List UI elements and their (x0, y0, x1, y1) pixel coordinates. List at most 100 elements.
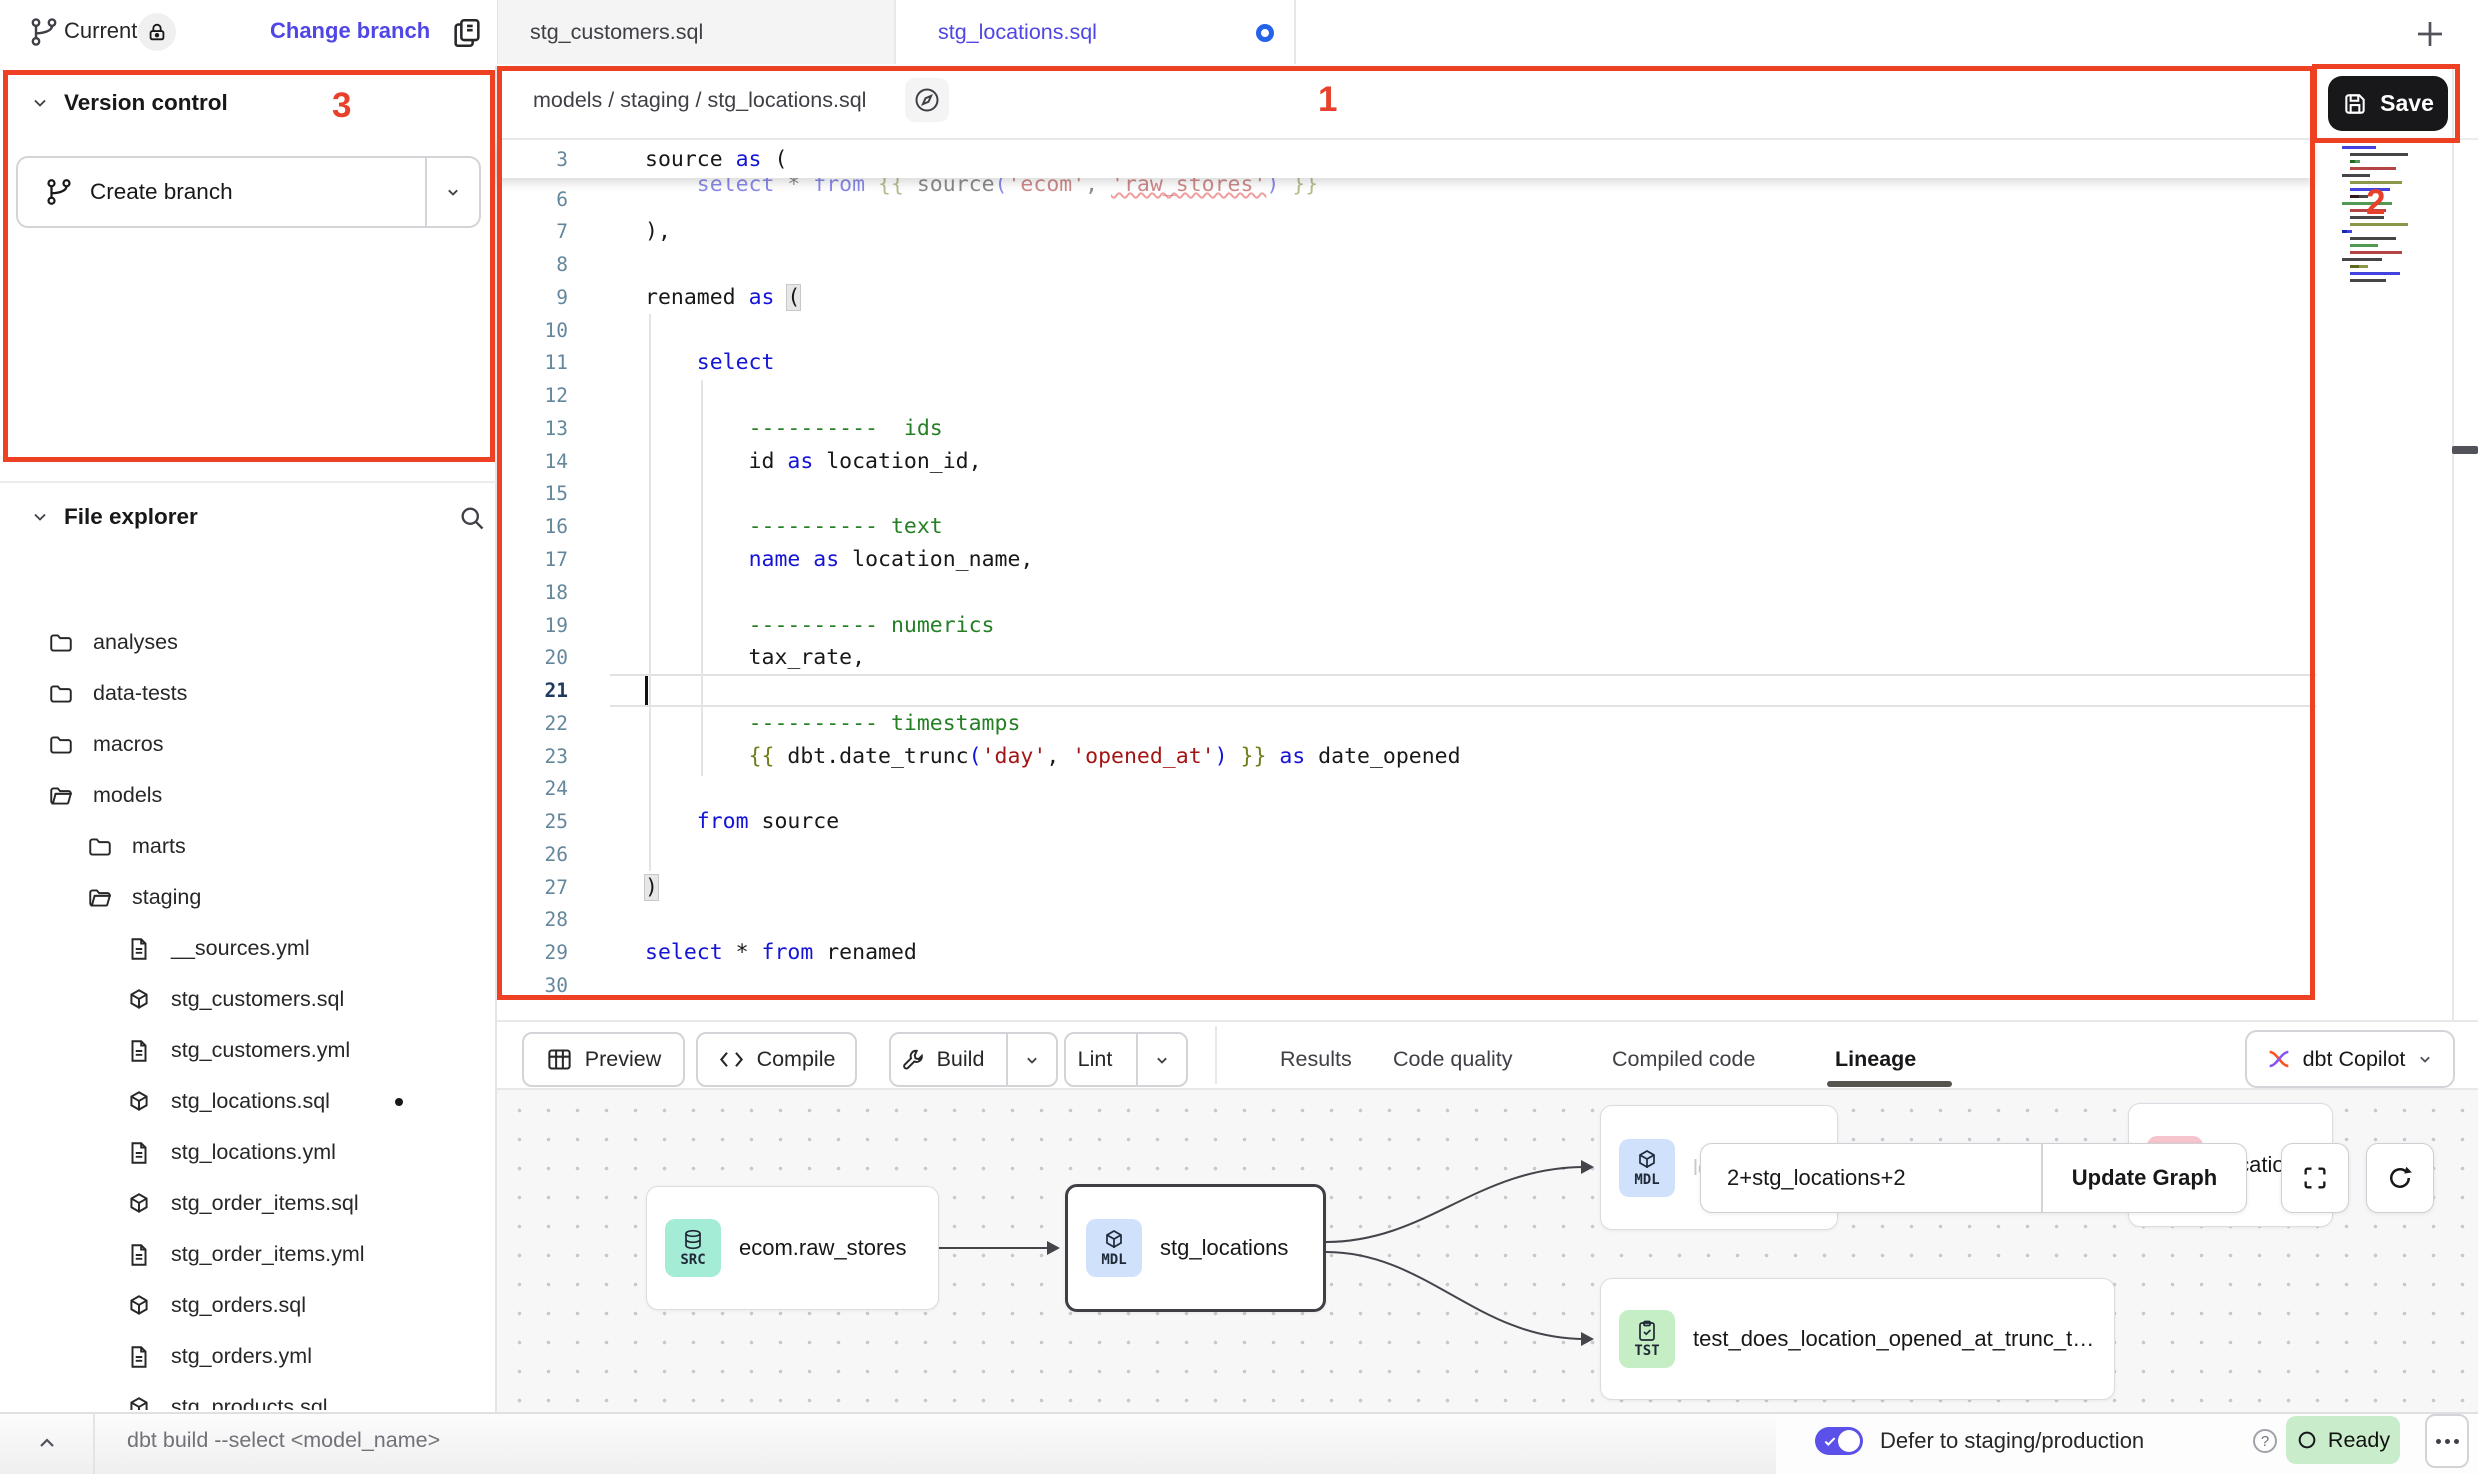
tree-item-marts[interactable]: marts (0, 821, 495, 872)
code-line-28[interactable]: 28 (497, 903, 2313, 936)
line-number: 19 (497, 614, 610, 637)
search-icon[interactable] (458, 504, 486, 532)
tab-compiled-code[interactable]: Compiled code (1612, 1034, 1755, 1084)
lint-button[interactable]: Lint (1064, 1032, 1188, 1087)
preview-button[interactable]: Preview (522, 1032, 685, 1087)
tree-item-stg_customers.sql[interactable]: stg_customers.sql (0, 974, 495, 1025)
copy-icon[interactable] (450, 16, 484, 50)
lineage-node-stg-locations[interactable]: MDL stg_locations (1065, 1184, 1326, 1312)
change-branch-link[interactable]: Change branch (270, 18, 430, 44)
tree-item-stg_customers.yml[interactable]: stg_customers.yml (0, 1025, 495, 1076)
cube-icon (1635, 1148, 1659, 1172)
line-number: 17 (497, 548, 610, 571)
tree-item-stg_order_items.sql[interactable]: stg_order_items.sql (0, 1178, 495, 1229)
chevron-up-icon (35, 1431, 59, 1455)
tree-item-analyses[interactable]: analyses (0, 617, 495, 668)
tree-item-stg_locations.yml[interactable]: stg_locations.yml (0, 1127, 495, 1178)
defer-label: Defer to staging/production (1880, 1428, 2144, 1454)
lineage-node-test[interactable]: TST test_does_location_opened_at_trunc_t… (1600, 1278, 2115, 1400)
lineage-node-ecom-raw-stores[interactable]: SRC ecom.raw_stores (646, 1186, 939, 1310)
dbt-copilot-button[interactable]: dbt Copilot (2245, 1030, 2455, 1088)
code-line-7[interactable]: 7), (497, 215, 2313, 248)
tab-results[interactable]: Results (1280, 1034, 1352, 1084)
code-line-30[interactable]: 30 (497, 969, 2313, 1002)
tree-item-stg_locations.sql[interactable]: stg_locations.sql (0, 1076, 495, 1127)
tab-stg-locations[interactable]: stg_locations.sql (898, 0, 1296, 64)
command-input[interactable]: dbt build --select <model_name> (127, 1428, 440, 1453)
code-line-16[interactable]: 16 ---------- text (497, 510, 2313, 543)
code-line-12[interactable]: 12 (497, 379, 2313, 412)
build-button[interactable]: Build (889, 1032, 1058, 1087)
tree-item-stg_order_items.yml[interactable]: stg_order_items.yml (0, 1229, 495, 1280)
indent-guide (649, 314, 651, 871)
table-icon (546, 1046, 573, 1073)
tab-stg-customers[interactable]: stg_customers.sql (498, 0, 896, 64)
tree-item-stg_orders.sql[interactable]: stg_orders.sql (0, 1280, 495, 1331)
line-number: 8 (497, 253, 610, 276)
tab-label: Code quality (1393, 1047, 1513, 1072)
tab-lineage[interactable]: Lineage (1835, 1034, 1916, 1084)
code-line-24[interactable]: 24 (497, 772, 2313, 805)
code-line-22[interactable]: 22 ---------- timestamps (497, 707, 2313, 740)
dbt-copilot-icon (2265, 1045, 2293, 1073)
line-number: 12 (497, 384, 610, 407)
tree-item-data-tests[interactable]: data-tests (0, 668, 495, 719)
code-line-8[interactable]: 8 (497, 248, 2313, 281)
code-line-20[interactable]: 20 tax_rate, (497, 641, 2313, 674)
lint-dropdown[interactable] (1136, 1034, 1186, 1085)
defer-toggle[interactable] (1815, 1427, 1863, 1455)
copilot-label: dbt Copilot (2303, 1047, 2406, 1072)
tab-code-quality[interactable]: Code quality (1393, 1034, 1513, 1084)
compile-button[interactable]: Compile (696, 1032, 857, 1087)
command-bar-expand[interactable] (0, 1412, 95, 1474)
code-line-14[interactable]: 14 id as location_id, (497, 445, 2313, 478)
code-line-18[interactable]: 18 (497, 576, 2313, 609)
file-tree: analysesdata-testsmacrosmodelsmartsstagi… (0, 546, 495, 1410)
code-line-23[interactable]: 23 {{ dbt.date_trunc('day', 'opened_at')… (497, 740, 2313, 773)
sticky-line: 3 source as ( (497, 140, 2313, 178)
status-badge-ready[interactable]: Ready (2286, 1416, 2400, 1464)
save-button[interactable]: Save (2328, 76, 2448, 131)
line-number: 29 (497, 941, 610, 964)
lineage-selector-input[interactable]: 2+stg_locations+2 (1701, 1144, 2041, 1212)
code-line-25[interactable]: 25 from source (497, 805, 2313, 838)
tree-item-__sources.yml[interactable]: __sources.yml (0, 923, 495, 974)
line-number: 21 (497, 679, 610, 702)
new-tab-plus-icon[interactable] (2412, 16, 2448, 52)
update-graph-button[interactable]: Update Graph (2041, 1144, 2246, 1212)
more-options-button[interactable] (2425, 1414, 2469, 1468)
line-number: 3 (497, 148, 610, 171)
code-line-27[interactable]: 27) (497, 871, 2313, 904)
view-in-lineage-button[interactable] (905, 78, 949, 122)
editor-minimap[interactable] (2336, 142, 2428, 292)
code-line-13[interactable]: 13 ---------- ids (497, 412, 2313, 445)
panel-resize-handle[interactable] (2452, 446, 2478, 454)
tree-item-models[interactable]: models (0, 770, 495, 821)
build-dropdown[interactable] (1006, 1034, 1056, 1085)
tree-item-staging[interactable]: staging (0, 872, 495, 923)
tree-item-stg_products.sql[interactable]: stg_products.sql (0, 1382, 495, 1410)
lineage-canvas[interactable]: MDL locations locatio SRC ecom.raw_store… (497, 1090, 2478, 1412)
fullscreen-button[interactable] (2281, 1143, 2349, 1213)
code-line-19[interactable]: 19 ---------- numerics (497, 609, 2313, 642)
code-line-10[interactable]: 10 (497, 314, 2313, 347)
refresh-button[interactable] (2366, 1143, 2434, 1213)
code-line-15[interactable]: 15 (497, 477, 2313, 510)
code-line-9[interactable]: 9renamed as ( (497, 281, 2313, 314)
chevron-down-icon[interactable] (30, 93, 50, 113)
create-branch-dropdown[interactable] (425, 158, 479, 226)
code-line-29[interactable]: 29select * from renamed (497, 936, 2313, 969)
create-branch-button[interactable]: Create branch (16, 156, 481, 228)
chevron-down-icon[interactable] (30, 507, 50, 527)
chevron-down-icon (443, 182, 463, 202)
code-line-11[interactable]: 11 select (497, 346, 2313, 379)
unsaved-dot-icon (395, 1098, 403, 1106)
code-line-26[interactable]: 26 (497, 838, 2313, 871)
help-icon[interactable]: ? (2253, 1429, 2277, 1453)
code-line-17[interactable]: 17 name as location_name, (497, 543, 2313, 576)
line-number: 22 (497, 712, 610, 735)
database-icon (681, 1228, 705, 1252)
doc-icon (126, 1242, 152, 1268)
tree-item-macros[interactable]: macros (0, 719, 495, 770)
tree-item-stg_orders.yml[interactable]: stg_orders.yml (0, 1331, 495, 1382)
